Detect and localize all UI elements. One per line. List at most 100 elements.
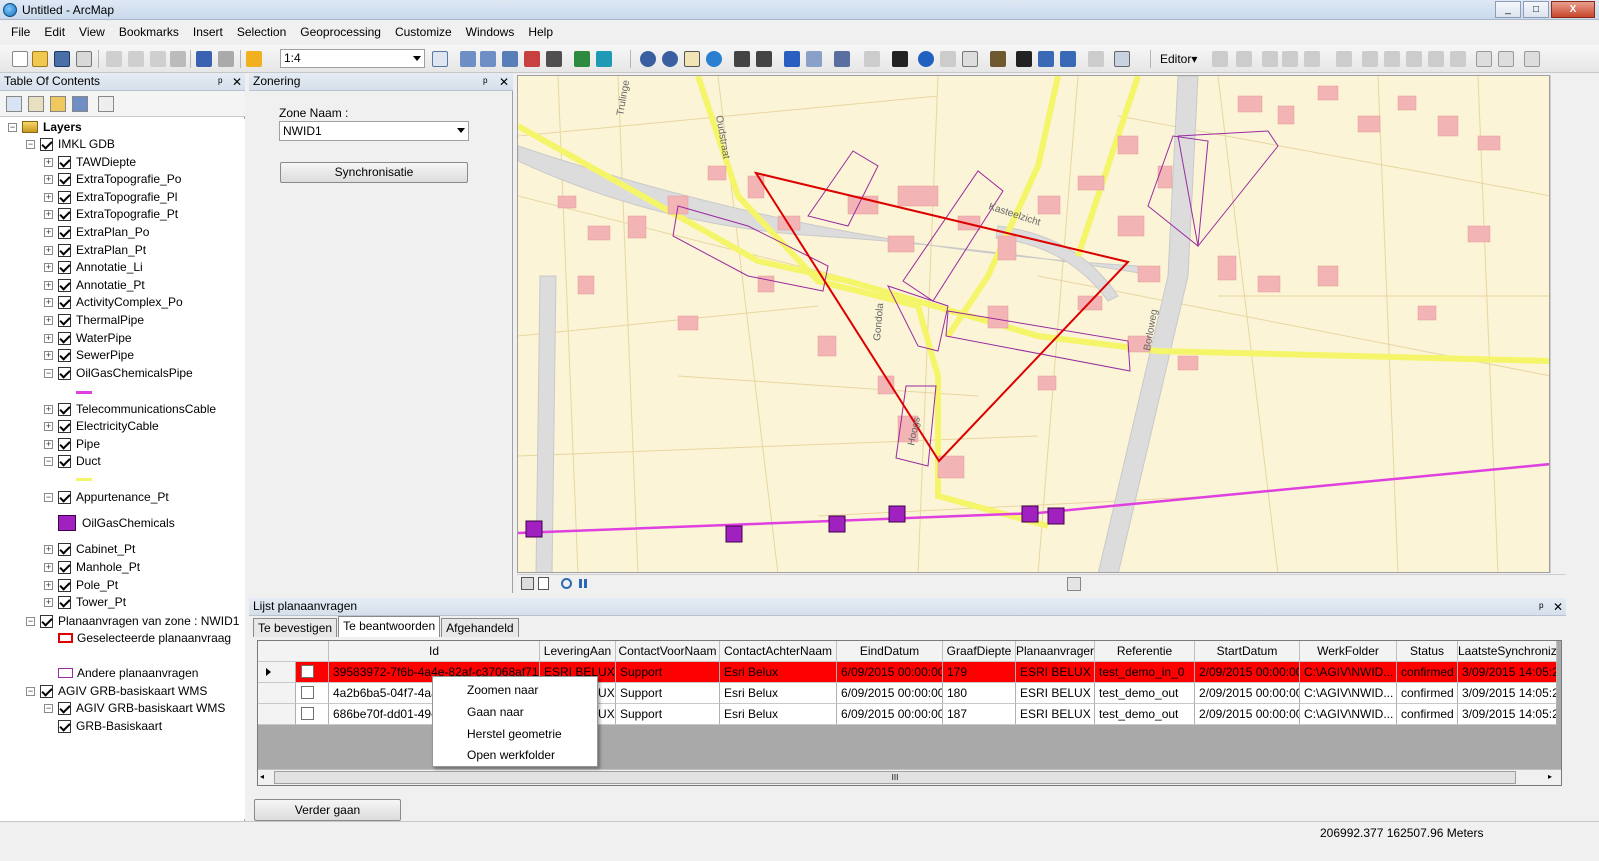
data-view-icon[interactable] bbox=[521, 577, 534, 590]
expand-toggle-icon[interactable]: + bbox=[44, 562, 53, 572]
table-cell[interactable]: Support bbox=[616, 704, 720, 725]
grid-horizontal-scrollbar[interactable]: ◂ III ▸ bbox=[258, 769, 1561, 785]
layer-visibility-checkbox[interactable] bbox=[58, 348, 71, 362]
row-checkbox[interactable] bbox=[301, 707, 314, 720]
reshape-icon[interactable] bbox=[1384, 51, 1400, 67]
map-vertical-scrollbar[interactable] bbox=[1550, 75, 1566, 573]
layer-visibility-checkbox[interactable] bbox=[40, 684, 53, 698]
expand-toggle-icon[interactable]: − bbox=[26, 616, 35, 626]
toc-layer-row[interactable]: + Annotatie_Li bbox=[44, 259, 143, 275]
column-header[interactable]: LaatsteSynchronizati bbox=[1458, 641, 1557, 662]
redo-icon[interactable] bbox=[218, 51, 234, 67]
column-header[interactable]: Id bbox=[329, 641, 540, 662]
menu-file[interactable]: File bbox=[4, 25, 37, 39]
layer-visibility-checkbox[interactable] bbox=[40, 137, 53, 151]
column-header[interactable]: LeveringAan bbox=[540, 641, 616, 662]
menu-item-open-werkfolder[interactable]: Open werkfolder bbox=[467, 748, 555, 762]
expand-toggle-icon[interactable]: + bbox=[44, 280, 53, 290]
toc-layer-row[interactable]: + ThermalPipe bbox=[44, 312, 144, 328]
editor-menu[interactable]: Editor▾ bbox=[1160, 52, 1197, 66]
layer-visibility-checkbox[interactable] bbox=[58, 225, 71, 239]
expand-toggle-icon[interactable]: − bbox=[8, 122, 17, 132]
layer-visibility-checkbox[interactable] bbox=[58, 278, 71, 292]
expand-toggle-icon[interactable]: + bbox=[44, 421, 53, 431]
toc-layer-row[interactable]: − Appurtenance_Pt bbox=[44, 489, 169, 505]
layer-visibility-checkbox[interactable] bbox=[58, 172, 71, 186]
synchronisatie-button[interactable]: Synchronisatie bbox=[280, 162, 468, 183]
edit-annotation-icon[interactable] bbox=[1236, 51, 1252, 67]
table-cell[interactable]: Esri Belux bbox=[720, 704, 837, 725]
expand-toggle-icon[interactable]: + bbox=[44, 174, 53, 184]
find-binoculars-icon[interactable] bbox=[1016, 51, 1032, 67]
fixed-zoom-out-icon[interactable] bbox=[756, 51, 772, 67]
row-checkbox[interactable] bbox=[301, 665, 314, 678]
toc-layer-row[interactable]: + Pipe bbox=[44, 436, 100, 452]
arctoolbox-icon[interactable] bbox=[524, 51, 540, 67]
layer-visibility-checkbox[interactable] bbox=[58, 402, 71, 416]
table-cell[interactable]: Esri Belux bbox=[720, 662, 837, 683]
layer-visibility-checkbox[interactable] bbox=[58, 331, 71, 345]
close-icon[interactable]: ✕ bbox=[499, 74, 509, 91]
menu-help[interactable]: Help bbox=[521, 25, 560, 39]
scroll-right-icon[interactable]: ▸ bbox=[1548, 772, 1558, 783]
save-icon[interactable] bbox=[54, 51, 70, 67]
list-by-source-icon[interactable] bbox=[28, 96, 44, 112]
map-scale-combo[interactable]: 1:4 bbox=[280, 49, 425, 68]
expand-toggle-icon[interactable]: + bbox=[44, 192, 53, 202]
table-cell[interactable]: 187 bbox=[943, 704, 1016, 725]
toc-layer-row[interactable]: + TAWDiepte bbox=[44, 154, 136, 170]
layer-visibility-checkbox[interactable] bbox=[58, 578, 71, 592]
create-features-icon[interactable] bbox=[1524, 51, 1540, 67]
point-tool-icon[interactable] bbox=[1336, 51, 1352, 67]
fixed-zoom-in-icon[interactable] bbox=[734, 51, 750, 67]
expand-toggle-icon[interactable]: + bbox=[44, 297, 53, 307]
toc-layer-row[interactable]: − AGIV GRB-basiskaart WMS bbox=[26, 683, 207, 699]
expand-toggle-icon[interactable]: + bbox=[44, 262, 53, 272]
toc-layer-row[interactable]: + Annotatie_Pt bbox=[44, 277, 145, 293]
row-header[interactable] bbox=[258, 662, 296, 683]
column-header[interactable]: WerkFolder bbox=[1300, 641, 1397, 662]
refresh-icon[interactable] bbox=[561, 578, 572, 589]
table-cell[interactable]: 180 bbox=[943, 683, 1016, 704]
curve-segment-icon[interactable] bbox=[1282, 51, 1298, 67]
layer-visibility-checkbox[interactable] bbox=[58, 701, 71, 715]
table-cell[interactable]: 3/09/2015 14:05:26 bbox=[1458, 704, 1557, 725]
undo-icon[interactable] bbox=[196, 51, 212, 67]
row-header[interactable] bbox=[258, 704, 296, 725]
table-cell[interactable]: ESRI BELUX bbox=[1016, 662, 1095, 683]
new-document-icon[interactable] bbox=[12, 51, 28, 67]
tab-te-bevestigen[interactable]: Te bevestigen bbox=[253, 618, 338, 637]
toc-layer-row[interactable]: − AGIV GRB-basiskaart WMS bbox=[44, 700, 225, 716]
map-view[interactable]: Trulinge Kasteelzicht Borloweg Oudstraat… bbox=[517, 75, 1550, 573]
paste-icon[interactable] bbox=[150, 51, 166, 67]
toc-options-icon[interactable] bbox=[98, 96, 114, 112]
expand-toggle-icon[interactable]: + bbox=[44, 227, 53, 237]
menu-windows[interactable]: Windows bbox=[459, 25, 522, 39]
table-cell[interactable]: confirmed bbox=[1397, 662, 1458, 683]
straight-segment-icon[interactable] bbox=[1262, 51, 1278, 67]
create-viewer-window-icon[interactable] bbox=[1114, 51, 1130, 67]
layer-visibility-checkbox[interactable] bbox=[58, 560, 71, 574]
menu-view[interactable]: View bbox=[72, 25, 112, 39]
back-arrow-icon[interactable] bbox=[784, 51, 800, 67]
full-extent-globe-icon[interactable] bbox=[706, 51, 722, 67]
expand-toggle-icon[interactable]: + bbox=[44, 580, 53, 590]
column-header[interactable]: EindDatum bbox=[837, 641, 943, 662]
column-header[interactable]: Referentie bbox=[1095, 641, 1195, 662]
toc-layer-row[interactable]: + ExtraTopografie_Po bbox=[44, 171, 181, 187]
layer-visibility-checkbox[interactable] bbox=[58, 595, 71, 609]
row-checkbox[interactable] bbox=[301, 686, 314, 699]
layer-visibility-checkbox[interactable] bbox=[58, 490, 71, 504]
table-cell[interactable]: Esri Belux bbox=[720, 683, 837, 704]
toc-layer-row[interactable]: − IMKL GDB bbox=[26, 136, 115, 152]
expand-toggle-icon[interactable]: + bbox=[44, 350, 53, 360]
pin-icon[interactable]: ᵖ bbox=[218, 74, 223, 91]
hyperlink-icon[interactable] bbox=[940, 51, 956, 67]
menu-item-gaan-naar[interactable]: Gaan naar bbox=[467, 705, 524, 719]
toc-layer-row[interactable]: + ExtraTopografie_Pl bbox=[44, 189, 177, 205]
expand-toggle-icon[interactable]: + bbox=[44, 544, 53, 554]
table-cell[interactable]: confirmed bbox=[1397, 683, 1458, 704]
toc-layer-row[interactable]: + ExtraPlan_Pt bbox=[44, 242, 146, 258]
table-cell[interactable]: 2/09/2015 00:00:00 bbox=[1195, 704, 1300, 725]
expand-toggle-icon[interactable]: + bbox=[44, 157, 53, 167]
